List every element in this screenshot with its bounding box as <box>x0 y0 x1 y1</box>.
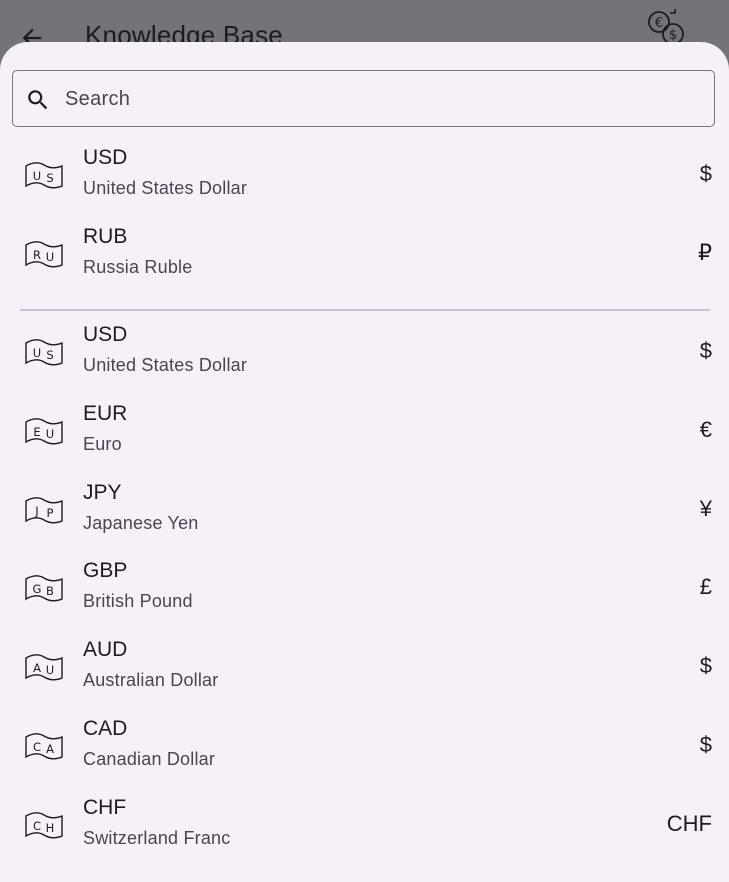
flag-letter: U <box>33 346 41 360</box>
currency-code: AUD <box>83 638 128 662</box>
currency-symbol: $ <box>699 653 712 679</box>
currency-row-rub[interactable]: R U RUB Russia Ruble ₽ <box>0 221 729 299</box>
list-divider <box>20 309 710 311</box>
flag-icon: US <box>25 339 63 366</box>
currency-name: British Pound <box>83 591 193 612</box>
flag-letter: C <box>33 740 41 754</box>
currency-name: Australian Dollar <box>83 670 219 691</box>
currency-picker-sheet: USUSDUnited States Dollar$RURUBRussia Ru… <box>0 42 729 882</box>
flag-icon: GB <box>25 575 63 602</box>
svg-text:$: $ <box>669 28 677 43</box>
currency-code: CHF <box>83 795 127 819</box>
currency-symbol: £ <box>699 574 712 600</box>
currency-symbol: $ <box>699 732 712 757</box>
currency-code: USD <box>83 146 128 169</box>
currency-row-usd[interactable]: U S USD United States Dollar $ <box>0 319 729 397</box>
flag-letter: U <box>46 250 54 264</box>
currency-code: RUB <box>83 224 128 248</box>
flag-icon: EU <box>25 417 63 445</box>
currency-symbol: ₽ <box>698 239 712 265</box>
svg-text:€: € <box>655 16 663 31</box>
currency-name: Euro <box>83 433 122 454</box>
flag-letter: U <box>33 169 41 183</box>
flag-icon: AU <box>25 654 63 681</box>
flag-icon: JP <box>25 496 63 524</box>
currency-symbol: € <box>699 416 712 442</box>
flag-icon: CH <box>25 811 63 839</box>
flag-icon: RU <box>25 240 63 268</box>
currency-code: EUR <box>83 401 128 425</box>
currency-name: United States Dollar <box>83 355 248 375</box>
search-input[interactable] <box>63 71 707 127</box>
flag-letter: U <box>46 427 54 441</box>
currency-row-chf[interactable]: C H CHF Switzerland Franc CHF <box>0 792 729 870</box>
currency-code: JPY <box>83 480 122 504</box>
currency-symbol: CHF <box>666 810 712 836</box>
flag-icon: US <box>25 162 63 189</box>
currency-symbol: $ <box>699 161 712 186</box>
currency-symbol: ¥ <box>699 495 712 521</box>
currency-row-usd[interactable]: U S USD United States Dollar $ <box>0 142 729 220</box>
currency-row-eur[interactable]: E U EUR Euro € <box>0 398 729 476</box>
flag-letter: C <box>33 819 41 833</box>
currency-symbol: $ <box>699 338 712 363</box>
currency-code: GBP <box>83 559 128 583</box>
currency-row-gbp[interactable]: G B GBP British Pound £ <box>0 555 729 633</box>
currency-row-jpy[interactable]: J P JPY Japanese Yen ¥ <box>0 477 729 555</box>
currency-code: USD <box>83 323 128 346</box>
flag-letter: H <box>46 821 55 835</box>
currency-name: United States Dollar <box>83 178 248 198</box>
currency-row-cad[interactable]: C A CAD Canadian Dollar $ <box>0 713 729 791</box>
flag-letter: A <box>33 661 41 675</box>
search-field[interactable] <box>12 70 715 127</box>
flag-letter: R <box>33 248 41 262</box>
flag-letter: U <box>46 663 54 677</box>
flag-icon: CA <box>25 733 63 760</box>
currency-name: Russia Ruble <box>83 256 193 277</box>
flag-letter: J <box>34 504 38 518</box>
search-icon <box>28 90 48 110</box>
currency-name: Switzerland Franc <box>83 827 231 848</box>
flag-letter: E <box>33 425 40 439</box>
flag-letter: P <box>47 506 54 520</box>
flag-letter: A <box>46 742 54 756</box>
flag-letter: B <box>46 584 54 598</box>
flag-letter: S <box>46 171 53 185</box>
currency-name: Canadian Dollar <box>83 749 216 769</box>
currency-row-aud[interactable]: A U AUD Australian Dollar $ <box>0 634 729 712</box>
flag-letter: S <box>46 348 53 362</box>
currency-code: CAD <box>83 717 128 740</box>
currency-name: Japanese Yen <box>83 512 199 533</box>
flag-letter: G <box>33 582 42 596</box>
